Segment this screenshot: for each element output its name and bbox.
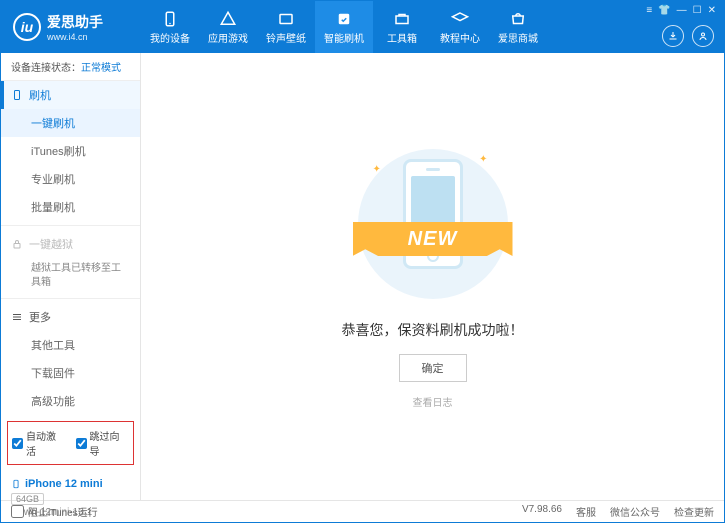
success-illustration: ✦ ✦ ✦ NEW [343,144,523,304]
check-update-link[interactable]: 检查更新 [674,504,714,519]
ok-button[interactable]: 确定 [399,354,467,382]
nav-label: 工具箱 [387,30,417,45]
nav-tutorials[interactable]: 教程中心 [431,1,489,53]
device-name: iPhone 12 mini [11,477,130,491]
version-label: V7.98.66 [522,504,562,519]
wechat-link[interactable]: 微信公众号 [610,504,660,519]
sidebar-item-pro-flash[interactable]: 专业刷机 [1,165,140,193]
ribbon-text: NEW [408,228,458,251]
app-header: iu 爱思助手 www.i4.cn 我的设备 应用游戏 铃声壁纸 智能刷机 工具… [1,1,724,53]
logo-icon: iu [13,13,41,41]
nav-label: 爱思商城 [498,30,538,45]
close-icon[interactable]: ✕ [708,5,716,16]
sidebar-item-itunes-flash[interactable]: iTunes刷机 [1,137,140,165]
window-controls: ≡ 👕 — ☐ ✕ [646,5,716,16]
app-title: 爱思助手 [47,12,103,32]
checkbox-auto-activate[interactable]: 自动激活 [12,428,66,458]
options-box: 自动激活 跳过向导 [7,421,134,465]
nav-label: 智能刷机 [324,30,364,45]
sidebar-item-oneclick-flash[interactable]: 一键刷机 [1,109,140,137]
connection-status: 设备连接状态：正常模式 [1,53,140,81]
minimize-icon[interactable]: — [677,5,687,16]
view-log-link[interactable]: 查看日志 [413,394,453,409]
conn-mode: 正常模式 [81,63,121,74]
nav-store[interactable]: 爱思商城 [489,1,547,53]
checkbox-skip-guide[interactable]: 跳过向导 [76,428,130,458]
nav-toolbox[interactable]: 工具箱 [373,1,431,53]
sidebar-item-download-fw[interactable]: 下载固件 [1,359,140,387]
app-url: www.i4.cn [47,32,103,42]
logo-area: iu 爱思助手 www.i4.cn [1,12,141,42]
support-link[interactable]: 客服 [576,504,596,519]
sidebar: 设备连接状态：正常模式 刷机 一键刷机 iTunes刷机 专业刷机 批量刷机 一… [1,53,141,500]
nav-smart-flash[interactable]: 智能刷机 [315,1,373,53]
sidebar-section-more[interactable]: 更多 [1,303,140,331]
nav-label: 我的设备 [150,30,190,45]
nav-label: 教程中心 [440,30,480,45]
cb-label: 跳过向导 [90,428,130,458]
nav-apps[interactable]: 应用游戏 [199,1,257,53]
auto-activate-input[interactable] [12,438,23,449]
nav-my-device[interactable]: 我的设备 [141,1,199,53]
skip-guide-input[interactable] [76,438,87,449]
conn-label: 设备连接状态： [11,63,81,74]
nav-label: 铃声壁纸 [266,30,306,45]
nav-ringtones[interactable]: 铃声壁纸 [257,1,315,53]
jailbreak-note: 越狱工具已转移至工具箱 [1,258,140,294]
success-message: 恭喜您，保资料刷机成功啦！ [342,320,524,340]
skin-icon[interactable]: 👕 [658,5,670,16]
main-nav: 我的设备 应用游戏 铃声壁纸 智能刷机 工具箱 教程中心 爱思商城 [141,1,547,53]
sidebar-item-other-tools[interactable]: 其他工具 [1,331,140,359]
sidebar-section-jailbreak: 一键越狱 [1,230,140,258]
section-label: 刷机 [29,87,51,103]
cb-label: 自动激活 [26,428,66,458]
menu-icon[interactable]: ≡ [646,5,652,16]
main-content: ✦ ✦ ✦ NEW 恭喜您，保资料刷机成功啦！ 确定 查看日志 [141,53,724,500]
user-button[interactable] [692,25,714,47]
download-button[interactable] [662,25,684,47]
sidebar-section-flash[interactable]: 刷机 [1,81,140,109]
nav-label: 应用游戏 [208,30,248,45]
sidebar-item-advanced[interactable]: 高级功能 [1,387,140,415]
section-label: 更多 [29,309,51,325]
block-itunes-checkbox[interactable] [11,505,24,518]
sidebar-item-batch-flash[interactable]: 批量刷机 [1,193,140,221]
maximize-icon[interactable]: ☐ [693,5,702,16]
block-itunes-label: 阻止iTunes运行 [28,504,98,519]
section-label: 一键越狱 [29,236,73,252]
